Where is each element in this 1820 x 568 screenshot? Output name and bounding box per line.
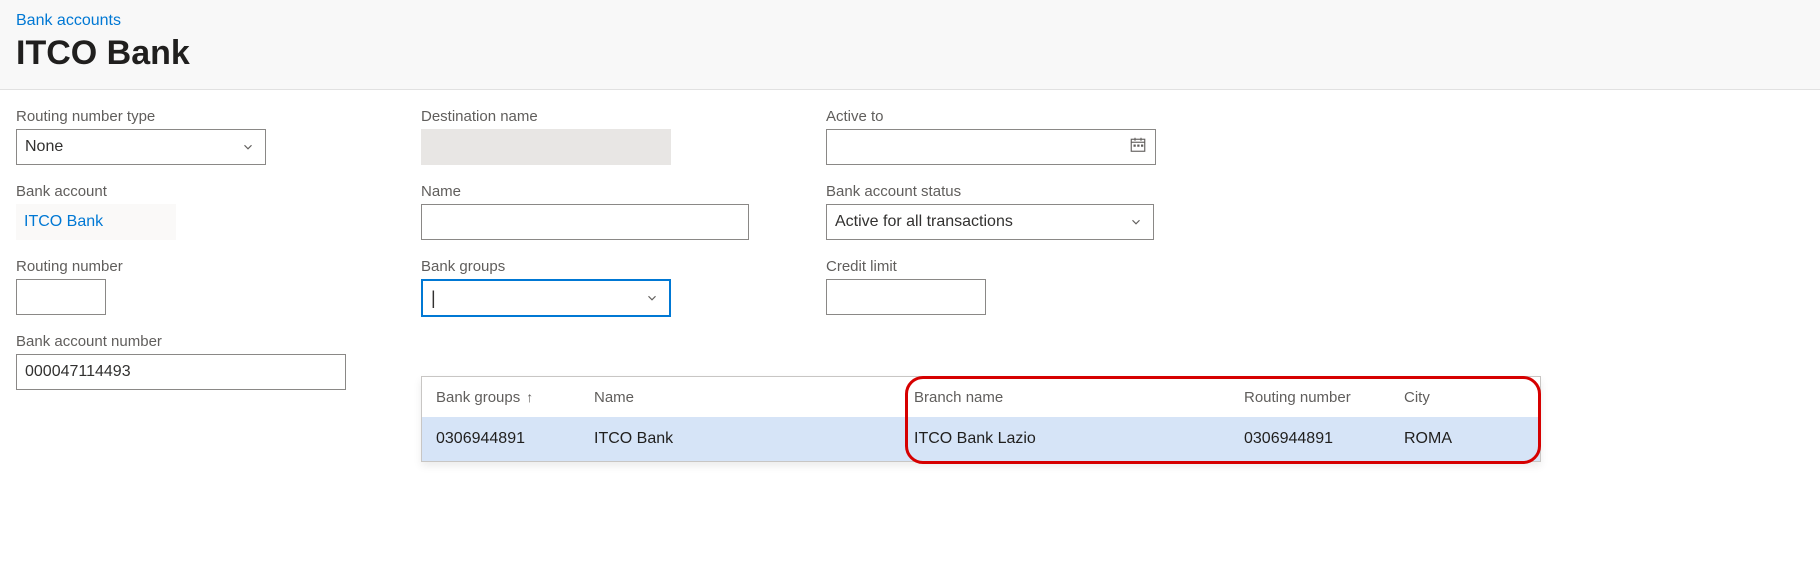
active-to-label: Active to — [826, 108, 1231, 125]
bank-account-status-label: Bank account status — [826, 183, 1231, 200]
lookup-col-city[interactable]: City — [1404, 389, 1526, 406]
routing-number-type-value: None — [25, 138, 63, 156]
routing-number-type-select[interactable]: None — [16, 129, 266, 165]
page-title: ITCO Bank — [16, 34, 1804, 73]
name-input[interactable] — [421, 204, 749, 240]
lookup-header-row: Bank groups ↑ Name Branch name Routing n… — [422, 377, 1540, 417]
bank-account-status-value: Active for all transactions — [835, 213, 1013, 231]
chevron-down-icon — [241, 140, 255, 154]
lookup-col-bank-groups[interactable]: Bank groups — [436, 389, 520, 406]
lookup-col-routing-number[interactable]: Routing number — [1244, 389, 1404, 406]
credit-limit-input[interactable] — [826, 279, 986, 315]
calendar-icon[interactable] — [1129, 136, 1147, 159]
destination-name-input — [421, 129, 671, 165]
routing-number-type-label: Routing number type — [16, 108, 421, 125]
routing-number-input[interactable] — [16, 279, 106, 315]
chevron-down-icon — [1129, 215, 1143, 229]
bank-groups-label: Bank groups — [421, 258, 826, 275]
lookup-cell-routing-number: 0306944891 — [1244, 430, 1404, 448]
bank-account-number-label: Bank account number — [16, 333, 421, 350]
lookup-row[interactable]: 0306944891 ITCO Bank ITCO Bank Lazio 030… — [422, 417, 1540, 461]
bank-account-number-input[interactable] — [16, 354, 346, 390]
lookup-cell-name: ITCO Bank — [594, 430, 914, 448]
routing-number-label: Routing number — [16, 258, 421, 275]
destination-name-label: Destination name — [421, 108, 826, 125]
lookup-col-branch-name[interactable]: Branch name — [914, 389, 1244, 406]
credit-limit-label: Credit limit — [826, 258, 1231, 275]
text-cursor-icon: | — [431, 289, 436, 307]
breadcrumb[interactable]: Bank accounts — [16, 12, 1804, 30]
bank-account-label: Bank account — [16, 183, 421, 200]
chevron-down-icon — [645, 291, 659, 305]
lookup-col-name[interactable]: Name — [594, 389, 914, 406]
bank-account-status-select[interactable]: Active for all transactions — [826, 204, 1154, 240]
name-label: Name — [421, 183, 826, 200]
lookup-cell-branch-name: ITCO Bank Lazio — [914, 430, 1244, 448]
bank-account-link[interactable]: ITCO Bank — [16, 204, 176, 240]
lookup-cell-bank-groups: 0306944891 — [436, 430, 594, 448]
bank-groups-lookup-panel: Bank groups ↑ Name Branch name Routing n… — [421, 376, 1541, 462]
active-to-input[interactable] — [826, 129, 1156, 165]
lookup-cell-city: ROMA — [1404, 430, 1526, 448]
sort-ascending-icon: ↑ — [526, 389, 533, 405]
bank-groups-select[interactable]: | — [421, 279, 671, 317]
